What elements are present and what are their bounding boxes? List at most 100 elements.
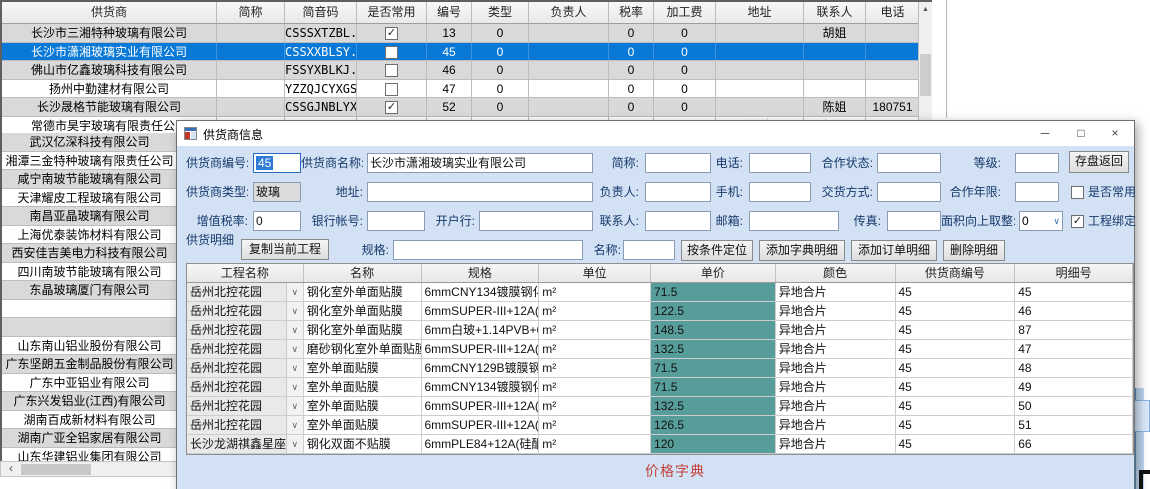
supplier-row[interactable] xyxy=(2,300,177,319)
column-header-6[interactable]: 类型 xyxy=(472,2,529,23)
chevron-down-icon[interactable]: ∨ xyxy=(1053,212,1060,230)
supplier-row[interactable]: 南昌亚晶玻璃有限公司 xyxy=(2,207,177,226)
unit-price-cell[interactable]: 122.5 xyxy=(651,302,776,320)
unit-price-cell[interactable]: 120 xyxy=(651,435,776,453)
column-header-7[interactable]: 负责人 xyxy=(529,2,609,23)
supplier-row[interactable]: 佛山市亿鑫玻璃科技有限公司FSSYXBLKJ..46000 xyxy=(2,61,932,80)
horizontal-scrollbar-thumb[interactable] xyxy=(21,464,91,475)
column-header-11[interactable]: 联系人 xyxy=(804,2,866,23)
project-bind-checkbox[interactable]: ✓工程绑定 xyxy=(1071,214,1136,228)
project-combo-cell[interactable]: 长沙龙湖祺鑫星座∨ xyxy=(187,435,304,453)
supplier-row[interactable]: 山东南山铝业股份有限公司 xyxy=(2,337,177,356)
checkbox-icon[interactable]: ✓ xyxy=(385,101,398,114)
bank-field[interactable] xyxy=(479,211,593,231)
project-combo-cell[interactable]: 岳州北控花园∨ xyxy=(187,359,304,377)
unit-price-cell[interactable]: 148.5 xyxy=(651,321,776,339)
detail-grid-row[interactable]: 岳州北控花园∨室外单面贴膜6mmCNY129B镀膜钢化m²71.5异地合片454… xyxy=(187,359,1133,378)
detail-grid-row[interactable]: 岳州北控花园∨钢化室外单面贴膜6mmSUPER-III+12A(硅...m²12… xyxy=(187,302,1133,321)
add-dict-detail-button[interactable]: 添加字典明细 xyxy=(759,240,845,261)
project-combo-cell[interactable]: 岳州北控花园∨ xyxy=(187,321,304,339)
detail-grid-row[interactable]: 长沙龙湖祺鑫星座∨钢化双面不贴膜6mmPLE84+12A(硅酮胶...m²120… xyxy=(187,435,1133,454)
column-header-4[interactable]: 是否常用 xyxy=(357,2,427,23)
vat-field[interactable]: 0 xyxy=(253,211,301,231)
name-filter-field[interactable] xyxy=(623,240,675,260)
supplier-row[interactable]: 扬州中勤建材有限公司YZZQJCYXGS47000 xyxy=(2,80,932,99)
column-header-2[interactable]: 简称 xyxy=(217,2,285,23)
project-combo-cell[interactable]: 岳州北控花园∨ xyxy=(187,283,304,301)
manager-field[interactable] xyxy=(645,182,711,202)
locate-by-condition-button[interactable]: 按条件定位 xyxy=(681,240,753,261)
column-header-1[interactable]: 供货商 xyxy=(2,2,217,23)
vertical-scrollbar[interactable]: ▲ xyxy=(918,2,932,133)
unit-price-cell[interactable]: 71.5 xyxy=(651,359,776,377)
contact-field[interactable] xyxy=(645,211,711,231)
checkbox-icon[interactable] xyxy=(1071,186,1084,199)
save-return-button[interactable]: 存盘返回 xyxy=(1069,151,1129,173)
delivery-field[interactable] xyxy=(877,182,941,202)
delete-detail-button[interactable]: 删除明细 xyxy=(943,240,1005,261)
chevron-down-icon[interactable]: ∨ xyxy=(286,397,303,415)
project-combo-cell[interactable]: 岳州北控花园∨ xyxy=(187,416,304,434)
chevron-down-icon[interactable]: ∨ xyxy=(286,359,303,377)
supplier-row[interactable]: 咸宁南玻节能玻璃有限公司 xyxy=(2,170,177,189)
supplier-row[interactable]: 湖南百成新材料有限公司 xyxy=(2,411,177,430)
chevron-down-icon[interactable]: ∨ xyxy=(286,321,303,339)
unit-price-cell[interactable]: 132.5 xyxy=(651,340,776,358)
grade-field[interactable] xyxy=(1015,153,1059,173)
chevron-down-icon[interactable]: ∨ xyxy=(286,378,303,396)
supplier-row[interactable]: 东晶玻璃厦门有限公司 xyxy=(2,281,177,300)
supplier-type-field[interactable]: 玻璃 xyxy=(253,182,301,202)
checkbox-icon[interactable] xyxy=(385,46,398,59)
grid-column-header-4[interactable]: 单位 xyxy=(539,264,651,282)
supplier-row[interactable] xyxy=(2,318,177,337)
spec-filter-field[interactable] xyxy=(393,240,583,260)
detail-grid-row[interactable]: 岳州北控花园∨室外单面贴膜6mmSUPER-III+12A(硅...m²132.… xyxy=(187,397,1133,416)
chevron-down-icon[interactable]: ∨ xyxy=(286,435,303,453)
supplier-name-field[interactable]: 长沙市潇湘玻璃实业有限公司 xyxy=(367,153,593,173)
column-header-12[interactable]: 电话 xyxy=(866,2,920,23)
copy-project-button[interactable]: 复制当前工程 xyxy=(241,239,329,260)
supplier-row[interactable]: 西安佳吉美电力科技有限公司 xyxy=(2,244,177,263)
detail-grid-row[interactable]: 岳州北控花园∨室外单面贴膜6mmCNY134镀膜钢化m²71.5异地合片4549 xyxy=(187,378,1133,397)
mobile-field[interactable] xyxy=(749,182,811,202)
scroll-up-icon[interactable]: ▲ xyxy=(919,2,932,17)
grid-column-header-8[interactable]: 明细号 xyxy=(1015,264,1133,282)
column-header-3[interactable]: 简音码 xyxy=(285,2,357,23)
maximize-icon[interactable]: □ xyxy=(1066,121,1096,146)
column-header-9[interactable]: 加工费 xyxy=(654,2,716,23)
common-checkbox[interactable]: 是否常用 xyxy=(1071,185,1136,199)
area-round-combo[interactable]: 0∨ xyxy=(1019,211,1063,231)
supplier-row[interactable]: 广东坚朗五金制品股份有限公司 xyxy=(2,355,177,374)
supplier-no-field[interactable]: 45 xyxy=(253,153,301,173)
column-header-8[interactable]: 税率 xyxy=(609,2,654,23)
grid-column-header-3[interactable]: 规格 xyxy=(422,264,540,282)
detail-grid-row[interactable]: 岳州北控花园∨钢化室外单面贴膜6mm白玻+1.14PVB+6mm...m²148… xyxy=(187,321,1133,340)
dialog-titlebar[interactable]: 供货商信息 ─ □ × xyxy=(177,121,1134,146)
vertical-scrollbar-thumb[interactable] xyxy=(920,54,931,96)
detail-grid-row[interactable]: 岳州北控花园∨钢化室外单面贴膜6mmCNY134镀膜钢化m²71.5异地合片45… xyxy=(187,283,1133,302)
checkbox-icon[interactable]: ✓ xyxy=(1071,215,1084,228)
unit-price-cell[interactable]: 126.5 xyxy=(651,416,776,434)
fax-field[interactable] xyxy=(887,211,941,231)
coop-years-field[interactable] xyxy=(1015,182,1059,202)
column-header-10[interactable]: 地址 xyxy=(716,2,804,23)
grid-column-header-5[interactable]: 单价 xyxy=(651,264,776,282)
checkbox-icon[interactable] xyxy=(385,83,398,96)
checkbox-icon[interactable] xyxy=(385,64,398,77)
coop-status-field[interactable] xyxy=(877,153,941,173)
supplier-row[interactable]: 长沙晟格节能玻璃有限公司CSSGJNBLYXGS✓52000陈姐180751 xyxy=(2,98,932,117)
supplier-row[interactable]: 长沙市三湘特种玻璃有限公司CSSSXTZBL..✓13000胡姐 xyxy=(2,24,932,43)
chevron-down-icon[interactable]: ∨ xyxy=(286,340,303,358)
column-header-5[interactable]: 编号 xyxy=(427,2,472,23)
phone-field[interactable] xyxy=(749,153,811,173)
chevron-down-icon[interactable]: ∨ xyxy=(286,416,303,434)
horizontal-scrollbar[interactable]: ‹ xyxy=(0,461,177,477)
project-combo-cell[interactable]: 岳州北控花园∨ xyxy=(187,302,304,320)
add-order-detail-button[interactable]: 添加订单明细 xyxy=(851,240,937,261)
unit-price-cell[interactable]: 71.5 xyxy=(651,283,776,301)
supplier-row[interactable]: 天津耀皮工程玻璃有限公司 xyxy=(2,189,177,208)
scroll-left-icon[interactable]: ‹ xyxy=(3,462,19,476)
grid-column-header-2[interactable]: 名称 xyxy=(304,264,422,282)
project-combo-cell[interactable]: 岳州北控花园∨ xyxy=(187,340,304,358)
abbr-field[interactable] xyxy=(645,153,711,173)
